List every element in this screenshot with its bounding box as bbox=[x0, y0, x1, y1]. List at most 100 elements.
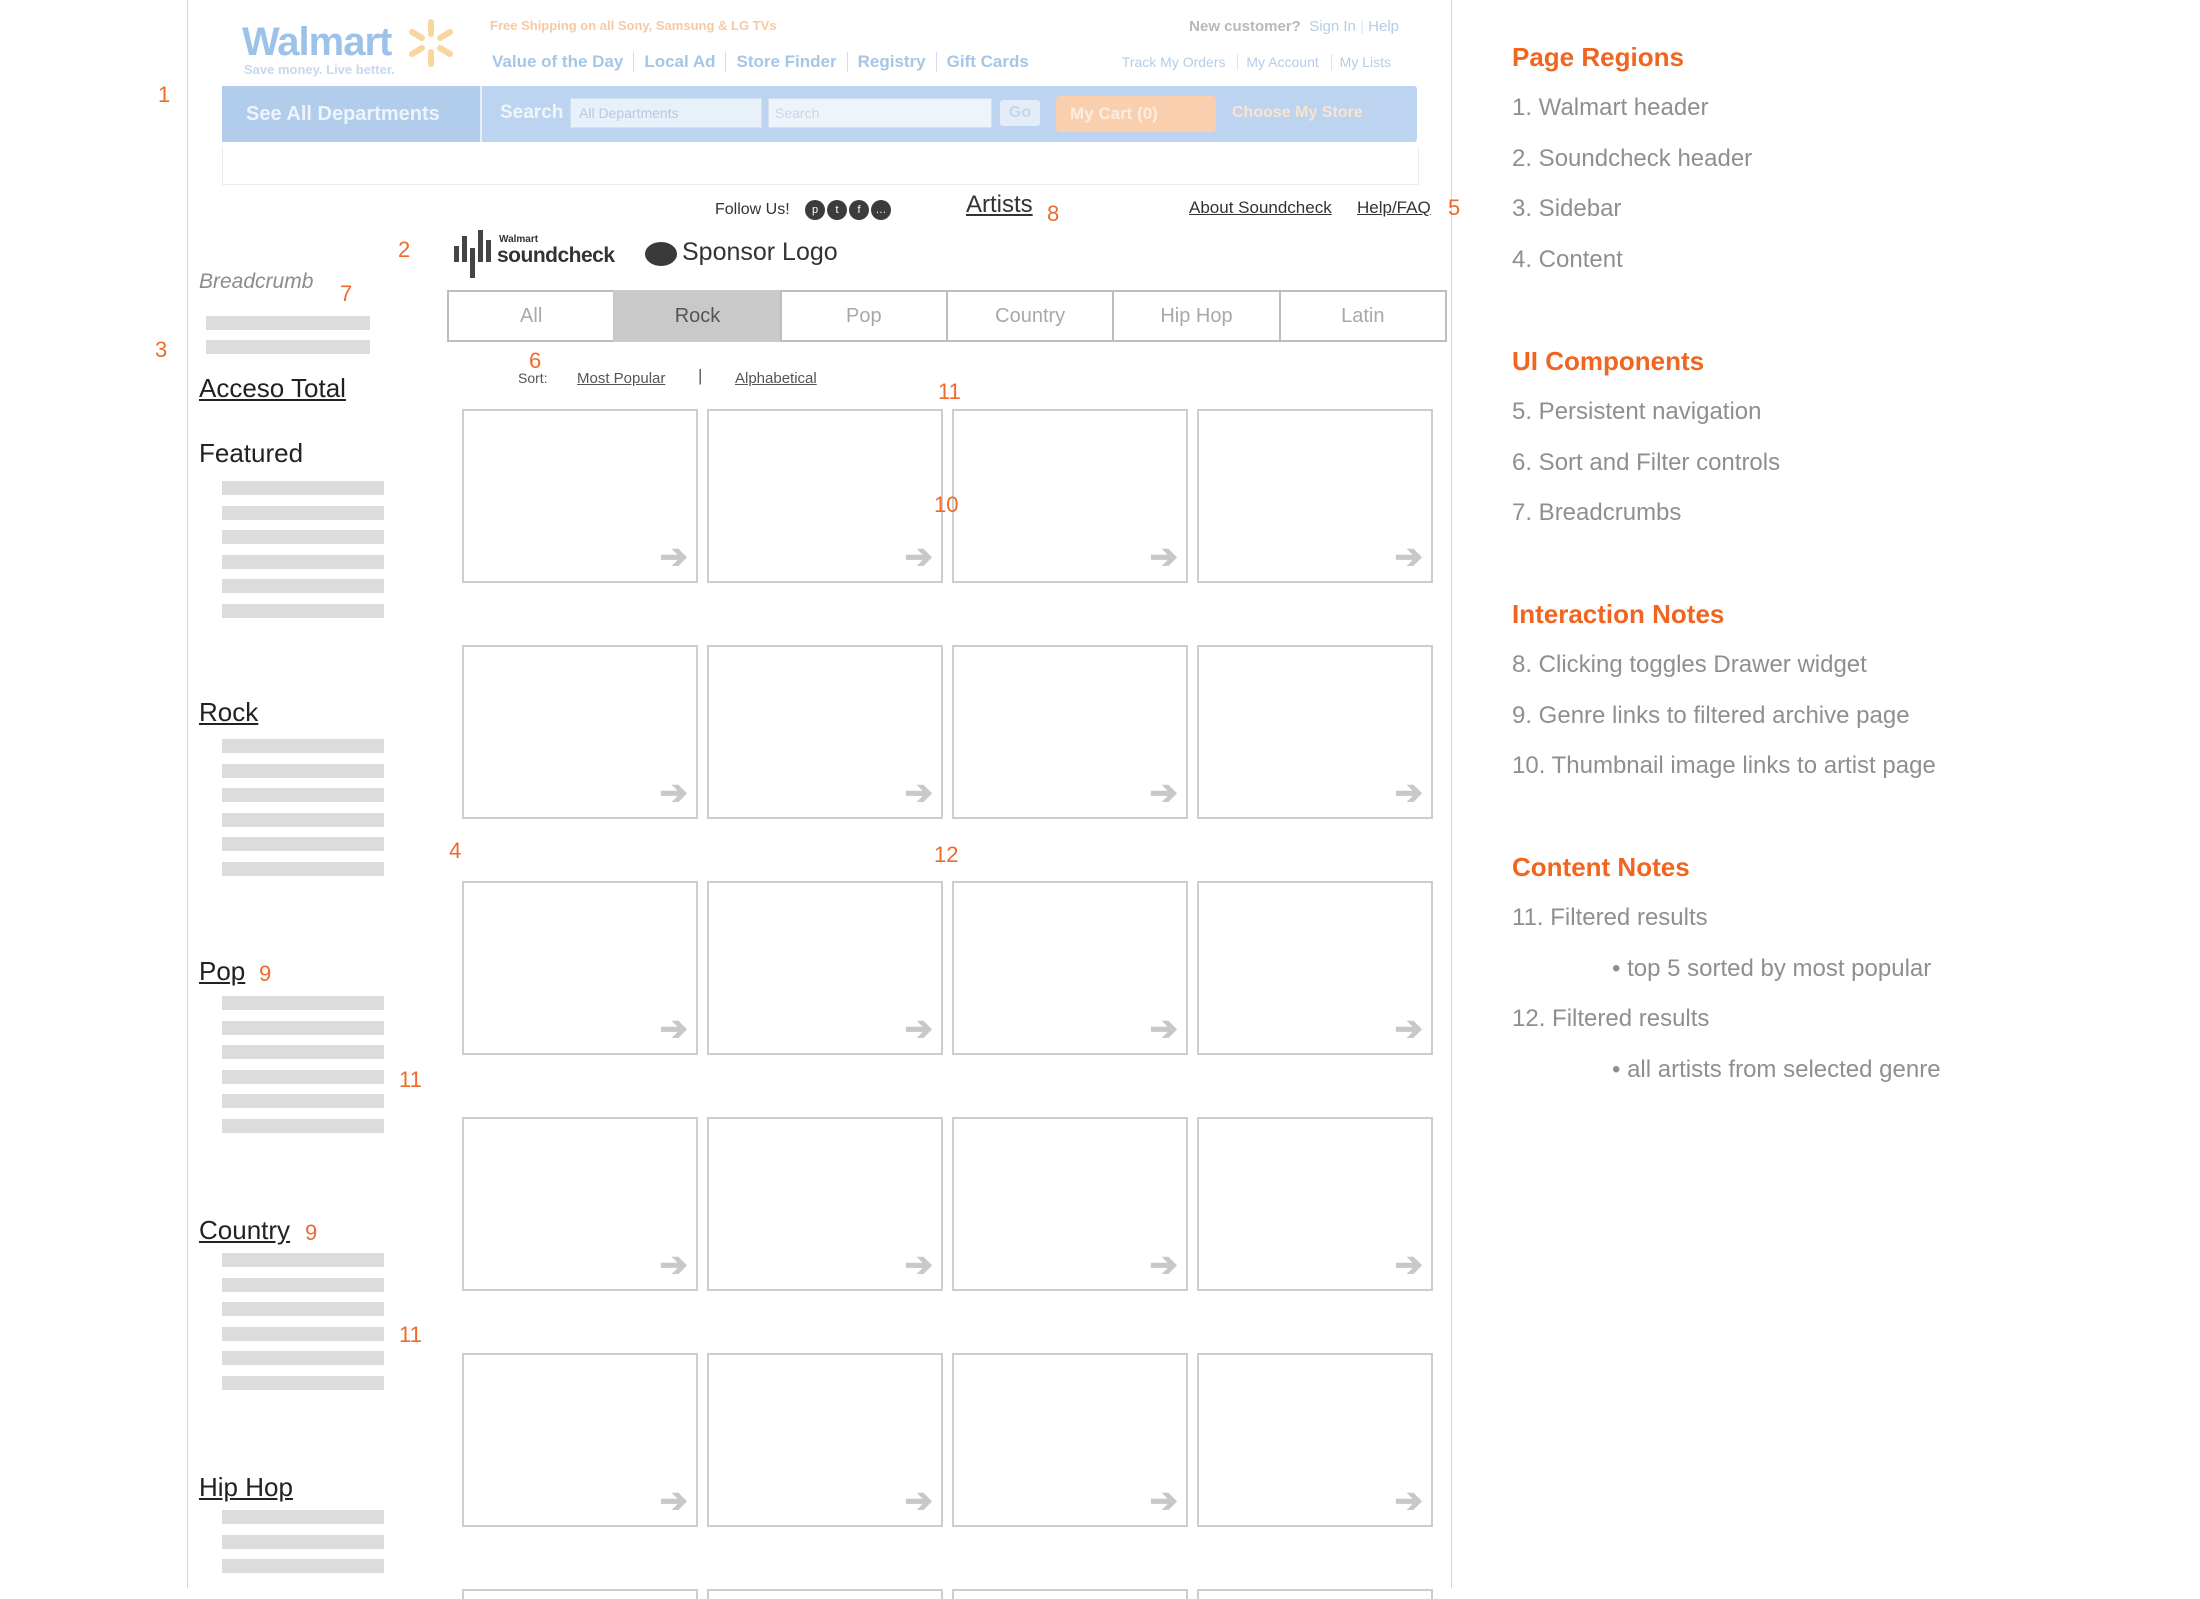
artist-thumbnail[interactable]: ➔ bbox=[707, 881, 943, 1055]
sponsor-logo[interactable]: Sponsor Logo bbox=[682, 238, 838, 267]
note-item: 8. Clicking toggles Drawer widget bbox=[1512, 651, 1867, 678]
artist-thumbnail[interactable]: ➔ bbox=[1197, 645, 1433, 819]
sidebar-placeholder-line bbox=[222, 554, 384, 569]
my-account-link[interactable]: My Account bbox=[1237, 54, 1327, 70]
artist-thumbnail[interactable]: ➔ bbox=[462, 645, 698, 819]
nav-store-finder[interactable]: Store Finder bbox=[725, 52, 846, 72]
annotation-number: 5 bbox=[1448, 195, 1461, 220]
artist-thumbnail[interactable]: ➔ bbox=[707, 409, 943, 583]
promo-text[interactable]: Free Shipping on all Sony, Samsung & LG … bbox=[490, 18, 777, 33]
breadcrumb-line bbox=[206, 340, 370, 354]
artist-thumbnail[interactable] bbox=[707, 1589, 943, 1599]
arrow-right-icon: ➔ bbox=[659, 1246, 689, 1284]
cart-button[interactable]: My Cart (0) bbox=[1056, 96, 1216, 132]
my-lists-link[interactable]: My Lists bbox=[1330, 54, 1399, 70]
artist-thumbnail[interactable]: ➔ bbox=[462, 881, 698, 1055]
sidebar-placeholder-line bbox=[222, 812, 384, 827]
facebook-icon[interactable]: f bbox=[849, 200, 869, 220]
sidebar-placeholder-line bbox=[222, 1020, 384, 1035]
artist-thumbnail[interactable]: ➔ bbox=[462, 1353, 698, 1527]
artist-thumbnail[interactable]: ➔ bbox=[952, 409, 1188, 583]
breadcrumb-line bbox=[206, 316, 370, 330]
nav-gift-cards[interactable]: Gift Cards bbox=[935, 52, 1039, 72]
sort-most-popular-link[interactable]: Most Popular bbox=[577, 370, 665, 387]
note-subitem: • top 5 sorted by most popular bbox=[1612, 955, 1932, 982]
choose-store-button[interactable]: Choose My Store bbox=[1232, 104, 1363, 122]
artist-thumbnail[interactable] bbox=[952, 1589, 1188, 1599]
artist-thumbnail[interactable]: ➔ bbox=[1197, 409, 1433, 583]
annotation-number: 7 bbox=[340, 281, 353, 306]
arrow-right-icon: ➔ bbox=[659, 774, 689, 812]
tab-latin[interactable]: Latin bbox=[1278, 290, 1447, 342]
sidebar-placeholder-line bbox=[222, 861, 384, 876]
sidebar-pop-link[interactable]: Pop bbox=[199, 956, 245, 987]
note-item: 10. Thumbnail image links to artist page bbox=[1512, 752, 1936, 779]
sidebar-country-link[interactable]: Country bbox=[199, 1215, 290, 1246]
nav-local-ad[interactable]: Local Ad bbox=[633, 52, 725, 72]
annotation-number: 12 bbox=[934, 842, 959, 867]
artist-thumbnail[interactable]: ➔ bbox=[1197, 1117, 1433, 1291]
sidebar-placeholder-line bbox=[222, 1253, 384, 1267]
artist-thumbnail[interactable] bbox=[462, 1589, 698, 1599]
walmart-spark-icon bbox=[409, 19, 453, 67]
department-select[interactable]: All Departments bbox=[570, 98, 762, 128]
artist-thumbnail[interactable] bbox=[1197, 1589, 1433, 1599]
help-link-walmart[interactable]: Help bbox=[1368, 18, 1399, 35]
artist-thumbnail[interactable]: ➔ bbox=[707, 1117, 943, 1291]
tab-all[interactable]: All bbox=[447, 290, 616, 342]
sidebar-rock-link[interactable]: Rock bbox=[199, 697, 258, 728]
artists-drawer-toggle[interactable]: Artists bbox=[966, 191, 1033, 219]
sidebar-hip-hop-link[interactable]: Hip Hop bbox=[199, 1472, 293, 1503]
tab-hip-hop[interactable]: Hip Hop bbox=[1112, 290, 1281, 342]
tab-country[interactable]: Country bbox=[945, 290, 1115, 342]
sidebar-placeholder-line bbox=[222, 1559, 384, 1573]
artist-thumbnail[interactable]: ➔ bbox=[952, 881, 1188, 1055]
search-input[interactable]: Search bbox=[768, 98, 992, 128]
breadcrumb[interactable]: Breadcrumb bbox=[199, 270, 313, 294]
artist-thumbnail[interactable]: ➔ bbox=[462, 409, 698, 583]
walmart-logo[interactable]: Walmart bbox=[242, 20, 392, 65]
sign-in-link[interactable]: Sign In bbox=[1309, 18, 1356, 35]
artist-thumbnail[interactable]: ➔ bbox=[707, 1353, 943, 1527]
artist-thumbnail[interactable]: ➔ bbox=[952, 1353, 1188, 1527]
arrow-right-icon: ➔ bbox=[659, 1010, 689, 1048]
nav-registry[interactable]: Registry bbox=[846, 52, 936, 72]
header-sub-strip bbox=[222, 146, 1419, 185]
soundcheck-logo-icon[interactable] bbox=[452, 226, 496, 278]
artist-thumbnail[interactable]: ➔ bbox=[462, 1117, 698, 1291]
about-soundcheck-link[interactable]: About Soundcheck bbox=[1189, 198, 1332, 218]
go-button[interactable]: Go bbox=[1000, 100, 1040, 126]
annotation-number: 11 bbox=[399, 1322, 422, 1347]
sidebar-acceso-total-link[interactable]: Acceso Total bbox=[199, 373, 346, 404]
artist-thumbnail[interactable]: ➔ bbox=[952, 645, 1188, 819]
annotation-number: 4 bbox=[449, 838, 462, 863]
arrow-right-icon: ➔ bbox=[659, 538, 689, 576]
artist-thumbnail[interactable]: ➔ bbox=[952, 1117, 1188, 1291]
sidebar-placeholder-line bbox=[222, 1045, 384, 1059]
artist-thumbnail[interactable]: ➔ bbox=[1197, 881, 1433, 1055]
sidebar-featured-heading: Featured bbox=[199, 438, 304, 468]
more-icon[interactable]: … bbox=[871, 200, 891, 220]
note-item: 3. Sidebar bbox=[1512, 195, 1622, 222]
soundcheck-logo-word[interactable]: soundcheck bbox=[497, 244, 615, 268]
arrow-right-icon: ➔ bbox=[1394, 1482, 1424, 1520]
sidebar-placeholder-line bbox=[222, 1375, 384, 1390]
note-item: 6. Sort and Filter controls bbox=[1512, 449, 1781, 476]
sidebar-placeholder-line bbox=[222, 739, 384, 753]
artist-thumbnail[interactable]: ➔ bbox=[707, 645, 943, 819]
sidebar-placeholder-line bbox=[222, 763, 384, 778]
tab-pop[interactable]: Pop bbox=[779, 290, 948, 342]
help-faq-link[interactable]: Help/FAQ bbox=[1357, 198, 1431, 218]
new-customer-label: New customer? bbox=[1189, 18, 1301, 35]
track-orders-link[interactable]: Track My Orders bbox=[1114, 54, 1234, 70]
tab-rock[interactable]: Rock bbox=[613, 290, 782, 342]
sort-alphabetical-link[interactable]: Alphabetical bbox=[735, 370, 817, 387]
departments-button[interactable]: See All Departments bbox=[222, 86, 482, 142]
arrow-right-icon: ➔ bbox=[1394, 538, 1424, 576]
walmart-search-bar: See All Departments Search All Departmen… bbox=[222, 86, 1417, 142]
artist-thumbnail[interactable]: ➔ bbox=[1197, 1353, 1433, 1527]
twitter-icon[interactable]: t bbox=[827, 200, 847, 220]
sidebar-placeholder-line bbox=[222, 579, 384, 593]
nav-value-of-the-day[interactable]: Value of the Day bbox=[492, 52, 633, 72]
pinterest-icon[interactable]: p bbox=[805, 200, 825, 220]
